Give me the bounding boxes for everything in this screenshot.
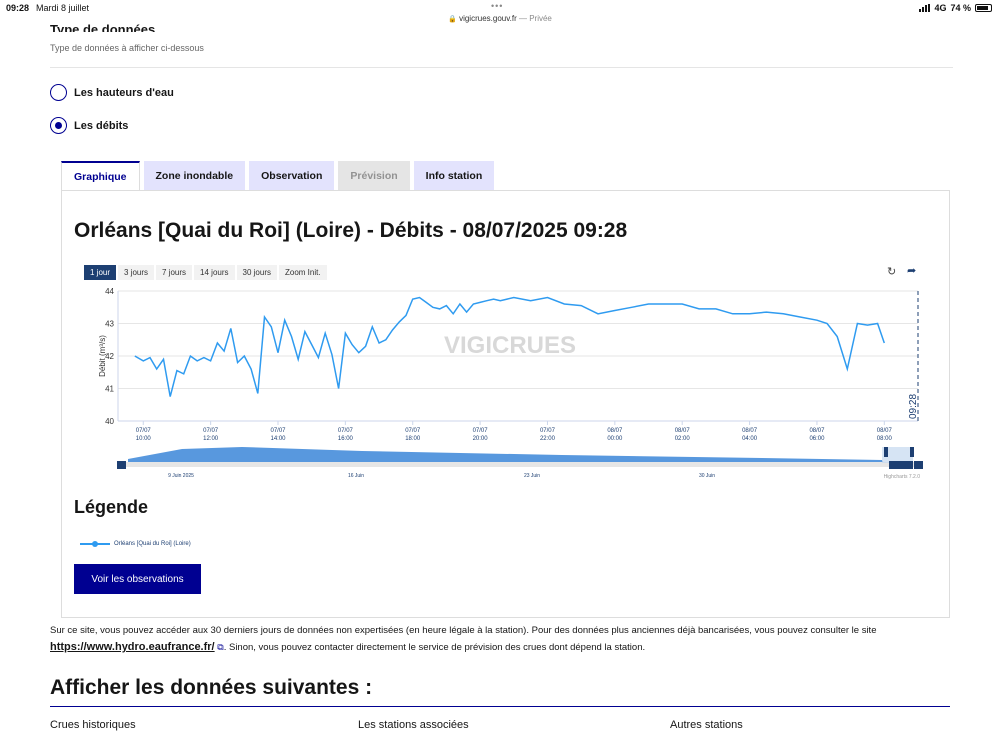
x-tick-label: 07/07 <box>338 428 354 434</box>
y-tick-label: 44 <box>105 287 114 296</box>
info-text-2: . Sinon, vous pouvez contacter directeme… <box>223 642 646 653</box>
radio-button[interactable] <box>50 84 67 101</box>
lock-icon: 🔒 <box>448 16 457 23</box>
range-30-days-button[interactable]: 30 jours <box>236 265 277 280</box>
navigator-scroll-thumb[interactable] <box>889 461 913 469</box>
x-tick-label: 08/07 <box>809 428 825 434</box>
legend-label: Orléans [Quai du Roi] (Loire) <box>114 541 191 547</box>
status-indicators: 4G 74 % <box>919 3 992 13</box>
tab-bar: Graphique Zone inondable Observation Pré… <box>61 161 495 191</box>
x-tick-label: 07/07 <box>203 428 219 434</box>
x-tick-label: 07/07 <box>540 428 556 434</box>
refresh-icon[interactable]: ↻ <box>887 265 896 278</box>
y-tick-label: 41 <box>105 385 114 394</box>
chart-title: Orléans [Quai du Roi] (Loire) - Débits -… <box>74 219 628 242</box>
legend-heading: Légende <box>74 497 149 517</box>
scroll-right-arrow-icon[interactable] <box>914 461 923 469</box>
radio-water-heights[interactable]: Les hauteurs d'eau <box>50 84 174 101</box>
radio-label: Les débits <box>74 119 129 132</box>
date: Mardi 8 juillet <box>36 3 90 13</box>
multitasking-dots[interactable]: ••• <box>491 1 503 11</box>
navigator-series <box>128 447 884 463</box>
tab-zone-inondable[interactable]: Zone inondable <box>143 161 246 190</box>
network-label: 4G <box>934 3 947 13</box>
navigator-handle-left[interactable] <box>884 447 888 457</box>
url-text: vigicrues.gouv.fr <box>459 14 517 23</box>
navigator-label: 23 Juin <box>524 473 540 479</box>
info-text-1: Sur ce site, vous pouvez accéder aux 30 … <box>50 625 877 636</box>
navigator[interactable]: 9 Juin 2025 16 Juin 23 Juin 30 Juin High… <box>62 441 949 481</box>
divider <box>50 706 950 707</box>
tab-prevision: Prévision <box>338 161 410 190</box>
x-tick-label: 07/07 <box>405 428 421 434</box>
navigator-label: 9 Juin 2025 <box>168 473 194 479</box>
radio-flows[interactable]: Les débits <box>50 117 128 134</box>
tab-graphique[interactable]: Graphique <box>61 161 140 191</box>
x-tick-label: 07/07 <box>270 428 286 434</box>
clock: 09:28 <box>6 3 30 13</box>
x-tick-label: 08/07 <box>675 428 691 434</box>
radio-label: Les hauteurs d'eau <box>74 86 174 99</box>
legend-item[interactable]: Orléans [Quai du Roi] (Loire) <box>80 541 191 547</box>
chart-credits[interactable]: Highcharts 7.2.0 <box>884 474 921 480</box>
range-14-days-button[interactable]: 14 jours <box>194 265 235 280</box>
chart-panel: Orléans [Quai du Roi] (Loire) - Débits -… <box>61 190 950 618</box>
tab-info-station[interactable]: Info station <box>413 161 495 190</box>
x-tick-label: 08/07 <box>607 428 623 434</box>
divider <box>50 67 953 68</box>
y-axis-label: Débit (m³/s) <box>98 335 107 377</box>
x-tick-label: 08/07 <box>877 428 893 434</box>
zoom-init-button[interactable]: Zoom Init. <box>278 265 327 280</box>
tab-observation[interactable]: Observation <box>249 161 335 190</box>
legend-marker <box>80 541 110 547</box>
range-selector: 1 jour 3 jours 7 jours 14 jours 30 jours… <box>84 265 327 280</box>
x-tick-label: 07/07 <box>473 428 489 434</box>
y-tick-label: 43 <box>105 320 114 329</box>
navigator-scrollbar-track[interactable] <box>117 462 923 467</box>
radio-button-selected[interactable] <box>50 117 67 134</box>
x-tick-label: 07/07 <box>136 428 152 434</box>
info-paragraph: Sur ce site, vous pouvez accéder aux 30 … <box>50 622 930 656</box>
current-time-label: 09:28 <box>908 394 919 419</box>
battery-icon <box>975 4 992 12</box>
navigator-handle-right[interactable] <box>910 447 914 457</box>
x-tick-label: 08/07 <box>742 428 758 434</box>
associated-stations-link[interactable]: Les stations associées <box>358 719 469 731</box>
private-mode-label: — Privée <box>518 14 552 23</box>
vigicrues-watermark: VIGICRUES <box>444 332 576 359</box>
data-type-heading: Type de données <box>50 22 156 32</box>
navigator-label: 30 Juin <box>699 473 715 479</box>
share-arrow-icon[interactable]: ➦ <box>907 264 916 277</box>
range-7-days-button[interactable]: 7 jours <box>156 265 193 280</box>
view-observations-button[interactable]: Voir les observations <box>74 564 201 594</box>
other-stations-link[interactable]: Autres stations <box>670 719 743 731</box>
historical-floods-link[interactable]: Crues historiques <box>50 719 136 731</box>
data-section-title: Afficher les données suivantes : <box>50 676 373 699</box>
range-1-day-button[interactable]: 1 jour <box>84 265 117 280</box>
scroll-left-arrow-icon[interactable] <box>117 461 126 469</box>
y-tick-label: 40 <box>105 417 114 426</box>
hydro-link[interactable]: https://www.hydro.eaufrance.fr/ <box>50 641 215 653</box>
navigator-label: 16 Juin <box>348 473 364 479</box>
battery-label: 74 % <box>950 3 971 13</box>
signal-icon <box>919 4 931 12</box>
range-3-days-button[interactable]: 3 jours <box>118 265 155 280</box>
data-type-hint: Type de données à afficher ci-dessous <box>50 43 204 53</box>
